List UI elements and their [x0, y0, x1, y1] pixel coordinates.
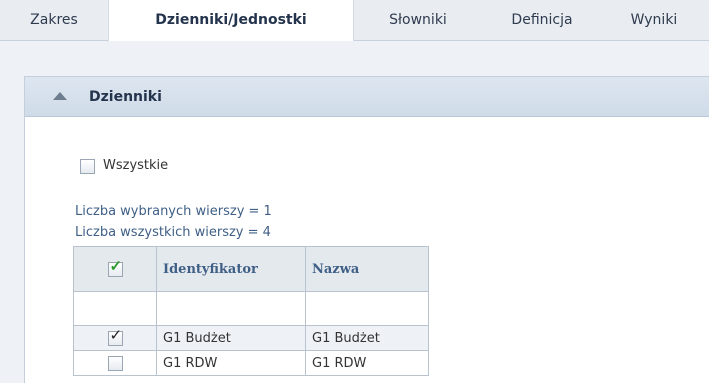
panel-title: Dzienniki — [89, 89, 162, 105]
header-select-cell[interactable]: ✓ — [73, 246, 157, 292]
cell-identyfikator: G1 Budżet — [156, 325, 306, 351]
cell-nazwa: G1 Budżet — [305, 325, 429, 351]
select-all-label: Wszystkie — [103, 158, 169, 173]
row-checkbox-cell[interactable] — [73, 350, 157, 376]
row-checkbox-cell[interactable]: ✓ — [73, 325, 157, 351]
column-header-nazwa[interactable]: Nazwa — [305, 246, 429, 292]
tab-slowniki[interactable]: Słowniki — [354, 0, 482, 40]
triangle-up-icon[interactable] — [53, 92, 67, 100]
tab-zakres[interactable]: Zakres — [0, 0, 108, 40]
tab-dzienniki-jednostki[interactable]: Dzienniki/Jednostki — [108, 0, 354, 41]
green-checkmark-icon[interactable]: ✓ — [107, 258, 123, 277]
filter-row — [73, 291, 429, 326]
table-header-row: ✓ Identyfikator Nazwa — [73, 246, 429, 292]
table-row[interactable]: ✓ G1 Budżet G1 Budżet — [73, 325, 429, 351]
cell-nazwa: G1 RDW — [305, 350, 429, 376]
column-header-identyfikator[interactable]: Identyfikator — [156, 246, 306, 292]
tab-wyniki[interactable]: Wyniki — [602, 0, 706, 40]
select-all-row[interactable]: Wszystkie — [80, 157, 168, 175]
row-checkbox[interactable] — [107, 355, 123, 371]
selected-count-text: Liczba wybranych wierszy = 1 — [75, 204, 272, 219]
filter-cell — [73, 291, 157, 326]
tab-bar: Zakres Dzienniki/Jednostki Słowniki Defi… — [0, 0, 709, 41]
row-checkbox-checked[interactable]: ✓ — [107, 327, 123, 346]
panel-header[interactable]: Dzienniki — [25, 77, 709, 117]
total-count-text: Liczba wszystkich wierszy = 4 — [75, 225, 271, 240]
filter-cell[interactable] — [156, 291, 306, 326]
tab-definicja[interactable]: Definicja — [482, 0, 602, 40]
dzienniki-table: ✓ Identyfikator Nazwa ✓ G1 Budżet G1 Bud… — [73, 246, 429, 376]
cell-identyfikator: G1 RDW — [156, 350, 306, 376]
table-row[interactable]: G1 RDW G1 RDW — [73, 350, 429, 376]
select-all-checkbox[interactable] — [80, 158, 95, 174]
filter-cell[interactable] — [305, 291, 429, 326]
